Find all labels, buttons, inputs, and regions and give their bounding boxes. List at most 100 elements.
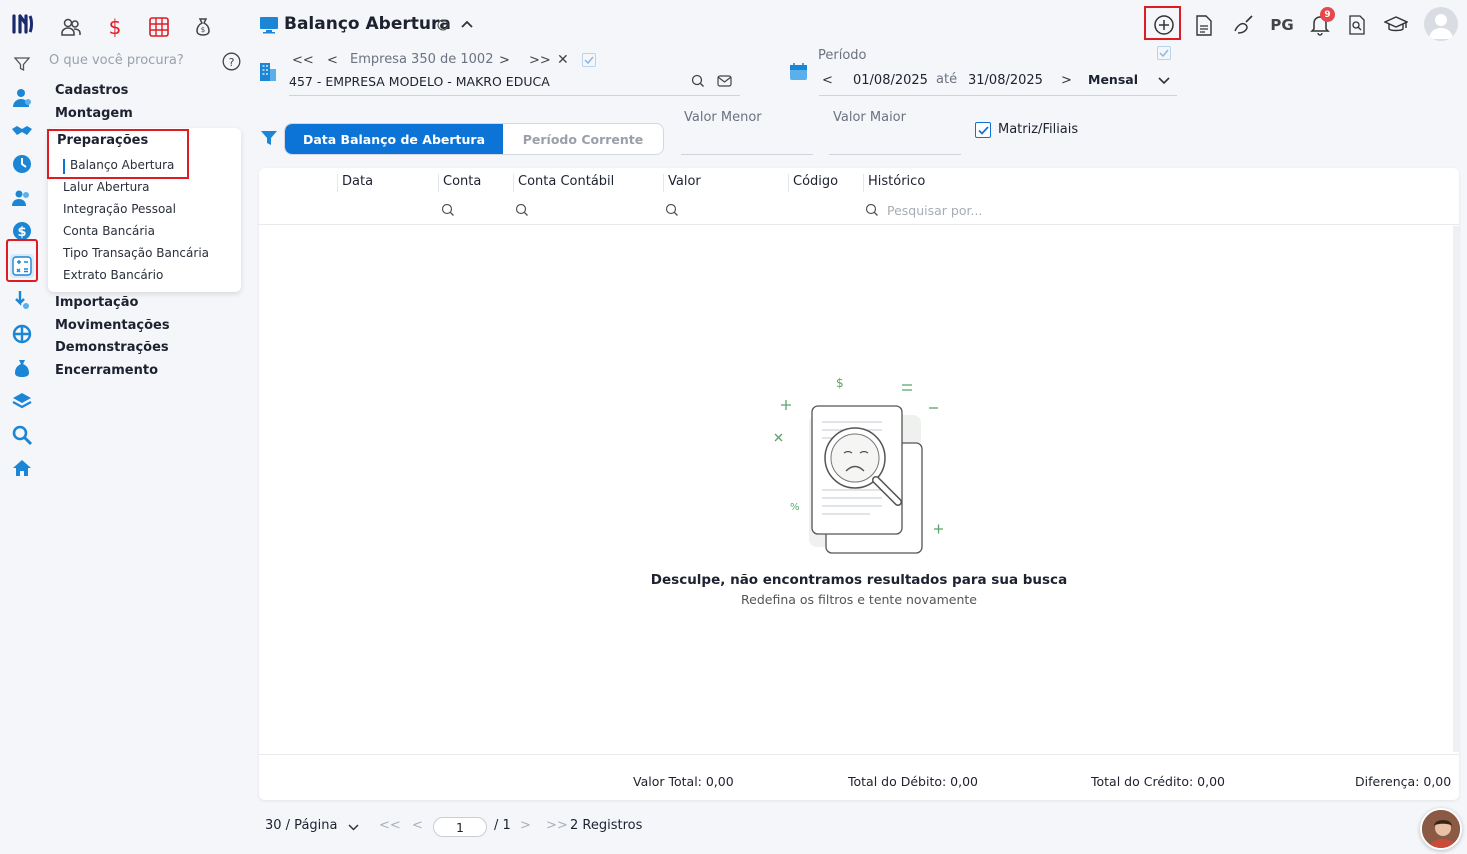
next-page-button-icon[interactable]: > (520, 818, 531, 833)
nav-item-balanco-abertura[interactable]: Balanço Abertura (70, 158, 174, 172)
nav-section-cadastros[interactable]: Cadastros (55, 83, 128, 98)
user-register-icon[interactable] (10, 86, 34, 110)
import-icon[interactable] (10, 288, 34, 312)
valor-maior-input[interactable] (829, 154, 961, 155)
network-icon[interactable] (10, 322, 34, 346)
frequency-chevron-icon[interactable] (1157, 75, 1171, 85)
module-finance-icon[interactable]: $ (98, 10, 132, 44)
total-credito: Total do Crédito: 0,00 (1091, 774, 1225, 789)
info-icon[interactable] (437, 19, 449, 31)
company-checkbox[interactable] (582, 53, 596, 67)
help-icon[interactable]: ? (222, 52, 241, 71)
records-count: 2 Registros (570, 818, 643, 833)
building-icon (259, 62, 277, 82)
period-end[interactable]: 31/08/2025 (968, 73, 1043, 88)
nav-section-encerramento[interactable]: Encerramento (55, 363, 158, 378)
search-magnifier-icon[interactable] (10, 423, 34, 447)
svg-text:%: % (790, 502, 800, 513)
nav-search-input[interactable]: O que você procura? (49, 53, 184, 68)
last-page-icon[interactable]: >> (529, 53, 551, 68)
handshake-icon[interactable] (10, 119, 34, 143)
company-name[interactable]: 457 - EMPRESA MODELO - MAKRO EDUCA (289, 74, 550, 89)
clear-company-icon[interactable]: ✕ (557, 52, 569, 68)
module-grid-icon[interactable] (142, 10, 176, 44)
prev-company-icon[interactable]: < (327, 53, 338, 68)
svg-text:$: $ (836, 376, 844, 390)
nav-section-montagem[interactable]: Montagem (55, 106, 133, 121)
valor-search-icon[interactable] (665, 203, 679, 217)
page-input[interactable]: 1 (433, 817, 487, 837)
prev-page-button-icon[interactable]: < (412, 818, 423, 833)
svg-text:$: $ (17, 225, 26, 240)
module-users-icon[interactable] (54, 10, 88, 44)
first-page-button-icon[interactable]: << (379, 818, 401, 833)
filter-icon[interactable] (10, 52, 34, 76)
toggle-periodo-corrente[interactable]: Período Corrente (503, 124, 663, 154)
people-icon[interactable] (10, 186, 34, 210)
col-header-data[interactable]: Data (337, 174, 373, 192)
pg-button[interactable]: PG (1268, 12, 1296, 38)
conta-contabil-search-icon[interactable] (515, 203, 529, 217)
vertical-scrollbar[interactable] (1453, 226, 1459, 752)
active-item-indicator (63, 159, 65, 174)
nav-section-preparacoes[interactable]: Preparações (57, 133, 148, 148)
prev-period-icon[interactable]: < (822, 73, 833, 88)
empty-state-illustration-icon: $ % (764, 370, 964, 560)
col-header-valor[interactable]: Valor (663, 174, 701, 192)
clean-brush-icon[interactable] (1230, 12, 1256, 38)
document-icon[interactable] (1191, 12, 1217, 38)
col-header-codigo[interactable]: Código (788, 174, 838, 192)
email-icon[interactable] (717, 75, 732, 87)
period-frequency[interactable]: Mensal (1088, 72, 1138, 87)
layers-icon[interactable] (10, 389, 34, 413)
module-moneybag-icon[interactable]: $ (186, 10, 220, 44)
next-period-icon[interactable]: > (1061, 73, 1072, 88)
per-page-select[interactable]: 30 / Página (265, 818, 337, 833)
add-circle-icon[interactable] (1151, 12, 1177, 38)
valor-menor-label: Valor Menor (684, 110, 762, 125)
avatar[interactable] (1424, 7, 1458, 41)
assistant-avatar[interactable] (1420, 808, 1462, 850)
nav-section-movimentacoes[interactable]: Movimentações (55, 318, 170, 333)
clock-icon[interactable] (10, 152, 34, 176)
monitor-icon (259, 16, 279, 34)
first-page-icon[interactable]: << (292, 53, 314, 68)
left-rail: $ (0, 0, 46, 854)
matriz-checkbox[interactable] (975, 122, 991, 138)
historico-search-input[interactable]: Pesquisar por... (887, 203, 982, 218)
per-page-chevron-icon[interactable] (347, 822, 360, 832)
period-checkbox[interactable] (1157, 46, 1171, 60)
nav-item-conta-bancaria[interactable]: Conta Bancária (63, 224, 155, 238)
nav-item-integracao-pessoal[interactable]: Integração Pessoal (63, 202, 176, 216)
nav-section-demonstracoes[interactable]: Demonstrações (55, 340, 169, 355)
conta-search-icon[interactable] (441, 203, 455, 217)
nav-section-importacao[interactable]: Importação (55, 295, 138, 310)
nav-item-tipo-transacao[interactable]: Tipo Transação Bancária (63, 246, 209, 260)
calculator-icon[interactable] (10, 254, 34, 278)
nav-item-lalur-abertura[interactable]: Lalur Abertura (63, 180, 149, 194)
company-search-icon[interactable] (691, 74, 705, 88)
next-company-icon[interactable]: > (499, 53, 510, 68)
toggle-data-balanco[interactable]: Data Balanço de Abertura (285, 124, 503, 154)
collapse-chevron-icon[interactable] (460, 18, 474, 30)
money-bag-icon[interactable] (10, 356, 34, 380)
period-connector: até (936, 72, 958, 87)
report-search-icon[interactable] (1344, 12, 1370, 38)
page-total: / 1 (494, 818, 511, 833)
logo-icon[interactable] (11, 12, 35, 36)
period-label: Período (818, 48, 867, 63)
col-header-historico[interactable]: Histórico (863, 174, 925, 192)
calendar-icon[interactable] (789, 62, 808, 81)
last-page-button-icon[interactable]: >> (546, 818, 568, 833)
historico-search-icon[interactable] (865, 203, 879, 217)
nav-item-extrato-bancario[interactable]: Extrato Bancário (63, 268, 163, 282)
home-icon[interactable] (10, 456, 34, 480)
graduation-cap-icon[interactable] (1383, 12, 1409, 38)
valor-menor-input[interactable] (681, 154, 813, 155)
period-start[interactable]: 01/08/2025 (853, 73, 928, 88)
col-header-conta[interactable]: Conta (438, 174, 481, 192)
col-header-conta-contabil[interactable]: Conta Contábil (513, 174, 614, 192)
filter-funnel-icon[interactable] (260, 129, 278, 147)
svg-text:?: ? (229, 56, 235, 69)
diferenca: Diferença: 0,00 (1355, 774, 1452, 789)
